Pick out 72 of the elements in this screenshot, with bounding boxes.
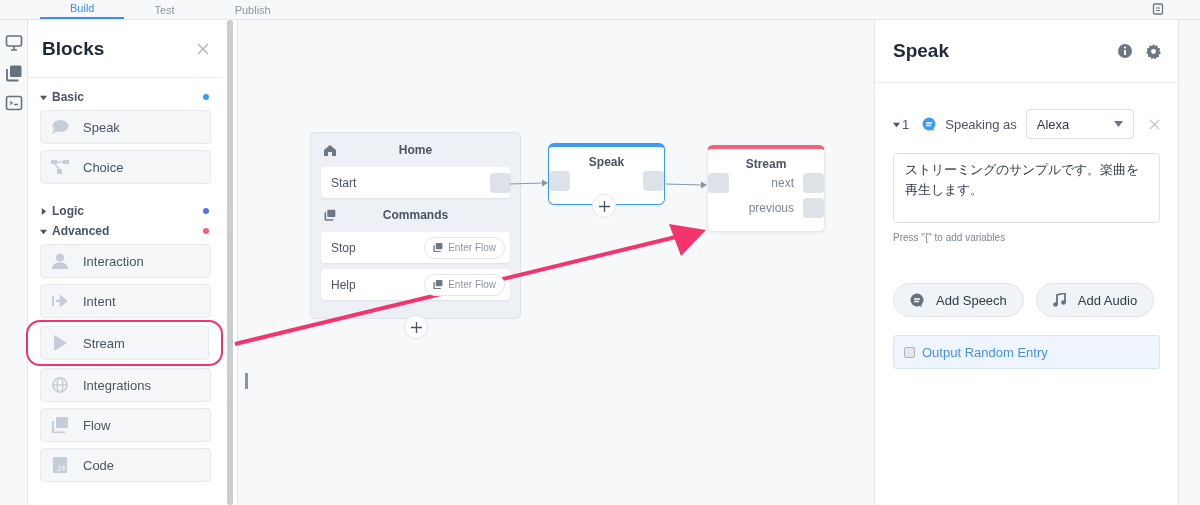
settings-icon[interactable] — [1146, 43, 1161, 59]
info-icon[interactable] — [1118, 44, 1132, 58]
node-title: Speak — [587, 155, 626, 169]
add-button[interactable]: Add Speech — [893, 283, 1024, 317]
speech-bubble-icon — [51, 119, 69, 135]
command-step[interactable]: Stop Enter Flow — [321, 232, 510, 263]
command-step[interactable]: Help Enter Flow — [321, 269, 510, 300]
caret-icon[interactable] — [40, 207, 47, 215]
step-label: Stop — [331, 240, 356, 255]
start-step[interactable]: Start — [321, 167, 510, 198]
block-item[interactable]: Intent — [40, 284, 211, 318]
input-port[interactable] — [549, 171, 570, 191]
block-item[interactable]: Code — [40, 448, 211, 482]
port-label: previous — [748, 201, 794, 215]
node-title: Stream — [744, 157, 788, 171]
node-title: Home — [397, 143, 434, 157]
home-node[interactable]: Home Start Commands Stop Enter Flow Help Enter Flow — [310, 132, 521, 319]
voice-dropdown[interactable]: Alexa — [1025, 109, 1134, 139]
arrow-into-bar-icon — [51, 293, 69, 309]
section-title[interactable]: Logic — [52, 204, 198, 218]
caret-icon[interactable] — [40, 93, 47, 101]
music-note-icon — [1052, 293, 1066, 307]
connector-line — [665, 181, 707, 189]
add-button[interactable] — [404, 315, 428, 339]
resize-handle[interactable] — [245, 373, 248, 389]
panel-title: Blocks — [42, 37, 105, 60]
panel-title: Speak — [893, 40, 950, 62]
block-item[interactable]: Flow — [40, 408, 211, 442]
block-item[interactable]: Choice — [40, 150, 211, 184]
caret-icon[interactable] — [40, 227, 47, 235]
add-button[interactable]: Add Audio — [1035, 283, 1155, 317]
section-title: Commands — [381, 208, 450, 222]
layers-icon — [433, 243, 444, 252]
block-item[interactable]: Speak — [40, 110, 211, 144]
add-button[interactable] — [592, 194, 616, 218]
speech-bubble-icon — [922, 117, 937, 131]
connector-line — [509, 179, 548, 187]
layers-icon — [51, 417, 69, 433]
flow-node[interactable]: Stream next previous — [707, 145, 825, 232]
hint-text: Press "{" to add variables — [893, 232, 1007, 243]
step-label: Start — [331, 175, 357, 190]
block-item[interactable]: Integrations — [40, 368, 211, 402]
port-label: next — [771, 176, 794, 190]
play-icon — [51, 335, 69, 351]
plus-icon — [410, 321, 422, 333]
person-icon — [51, 253, 69, 269]
terminal-icon[interactable] — [4, 94, 23, 112]
caret-icon[interactable] — [893, 120, 900, 128]
document-icon[interactable] — [1152, 3, 1164, 15]
layers-icon[interactable] — [4, 64, 23, 82]
plus-icon — [598, 200, 610, 212]
speech-text-field[interactable]: ストリーミングのサンプルです。楽曲を再生します。 — [893, 153, 1160, 223]
entry-number: 1 — [902, 116, 910, 132]
input-port[interactable] — [708, 173, 729, 193]
monitor-icon[interactable] — [4, 34, 23, 52]
layers-icon — [324, 209, 336, 221]
js-file-icon — [51, 457, 69, 473]
block-item[interactable]: Interaction — [40, 244, 211, 278]
caret-icon — [1113, 121, 1123, 127]
field-label: Speaking as — [945, 116, 1017, 132]
layers-icon — [433, 280, 444, 289]
checkbox[interactable] — [904, 346, 915, 358]
branch-icon — [51, 159, 69, 175]
home-icon — [324, 144, 336, 156]
section-title[interactable]: Basic — [52, 90, 198, 104]
globe-icon — [51, 377, 69, 393]
scrollbar-thumb[interactable] — [227, 20, 233, 505]
section-title[interactable]: Advanced — [52, 224, 198, 238]
flow-node[interactable]: Speak — [548, 143, 665, 205]
block-item[interactable]: Stream — [40, 326, 209, 360]
speech-bubble-icon — [910, 293, 924, 307]
step-label: Help — [331, 277, 356, 292]
